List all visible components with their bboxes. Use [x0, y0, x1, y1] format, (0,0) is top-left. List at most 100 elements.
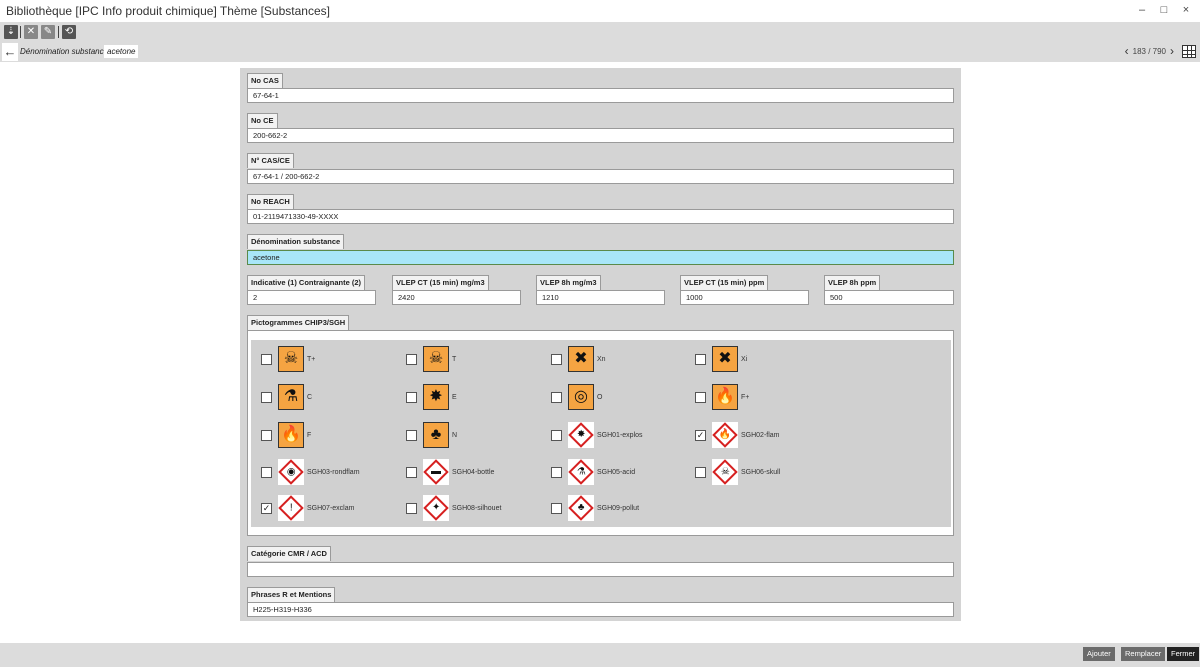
window-title: Bibliothèque [IPC Info produit chimique]…	[6, 4, 330, 18]
pictogram-item: ✸ SGH01-explos	[551, 422, 643, 448]
pictogram-label: C	[307, 393, 313, 401]
pictogram-checkbox[interactable]	[695, 391, 706, 403]
pictogram-checkbox[interactable]: ✓	[261, 502, 272, 514]
pictogram-label: T	[452, 355, 457, 363]
vlep-8h-ppm-field[interactable]	[824, 290, 954, 305]
cas-ce-field[interactable]	[247, 169, 954, 184]
pictogram-glyph: ⚗	[576, 466, 586, 477]
pictogram-checkbox[interactable]	[551, 391, 562, 403]
vlep-ct-mg-label: VLEP CT (15 min) mg/m3	[392, 275, 489, 290]
toolbar-separator	[20, 26, 21, 38]
pictogram-checkbox[interactable]	[406, 429, 417, 441]
pictogram-checkbox[interactable]	[695, 353, 706, 365]
pictogram-item: ✖ Xn	[551, 346, 606, 372]
pictogram-checkbox[interactable]	[406, 502, 417, 514]
pictogram-item: ✖ Xi	[695, 346, 747, 372]
pictogram-checkbox[interactable]	[551, 429, 562, 441]
delete-icon[interactable]: ✕	[24, 25, 38, 39]
explosive-icon: ✸	[423, 384, 449, 410]
ajouter-button[interactable]: Ajouter	[1083, 647, 1115, 661]
pictogram-checkbox[interactable]	[261, 391, 272, 403]
skull-icon: ☠	[278, 346, 304, 372]
vlep-8h-mg-field[interactable]	[536, 290, 665, 305]
vlep-ct-ppm-label: VLEP CT (15 min) ppm	[680, 275, 769, 290]
window-controls: – □ ×	[1136, 4, 1192, 16]
remplacer-button[interactable]: Remplacer	[1121, 647, 1166, 661]
back-arrow-icon[interactable]: ←	[2, 43, 18, 61]
pictogram-glyph: ▬	[431, 466, 441, 477]
pictogram-label: SGH06-skull	[741, 468, 781, 476]
no-ce-label: No CE	[247, 113, 278, 128]
flame-icon: 🔥	[278, 422, 304, 448]
toolbar-separator	[58, 26, 59, 38]
corrosive-icon: ⚗	[278, 384, 304, 410]
pictograms-label: Pictogrammes CHIP3/SGH	[247, 315, 350, 330]
corrosion-icon: ⚗	[568, 459, 594, 485]
title-bar: Bibliothèque [IPC Info produit chimique]…	[0, 0, 1200, 22]
vlep-ct-mg-field[interactable]	[392, 290, 521, 305]
pictogram-item: ▬ SGH04-bottle	[406, 459, 494, 485]
pictograms-grid: ☠ T+ ☠ T ✖ Xn ✖ Xi ⚗ C ✸ E ◎ O 🔥 F+ 🔥 F ♣ N ✸ SGH01-explos ✓ 🔥 S…	[251, 340, 951, 527]
fermer-button[interactable]: Fermer	[1167, 647, 1200, 661]
record-position: 183 / 790	[1132, 46, 1166, 56]
pictogram-glyph: ♣	[577, 502, 585, 513]
pictogram-label: F	[307, 431, 312, 439]
pin-icon[interactable]: ⇣	[4, 25, 18, 39]
exclamation-icon: !	[278, 495, 304, 521]
pictogram-label: SGH01-explos	[597, 431, 643, 439]
minimize-button[interactable]: –	[1136, 4, 1148, 16]
previous-record-button[interactable]: ‹	[1125, 45, 1129, 57]
pictogram-checkbox[interactable]	[551, 353, 562, 365]
phrases-field[interactable]	[247, 602, 954, 617]
pictogram-checkbox[interactable]	[551, 466, 562, 478]
pictogram-checkbox[interactable]	[261, 466, 272, 478]
exploding-bomb-icon: ✸	[568, 422, 594, 448]
pictogram-checkbox[interactable]	[406, 353, 417, 365]
pictogram-checkbox[interactable]	[695, 466, 706, 478]
pictogram-label: SGH08-silhouet	[452, 504, 502, 512]
no-cas-label: No CAS	[247, 73, 283, 88]
skull-icon: ☠	[423, 346, 449, 372]
environment-icon: ♣	[568, 495, 594, 521]
next-record-button[interactable]: ›	[1170, 45, 1174, 57]
indicative-field[interactable]	[247, 290, 376, 305]
pictogram-glyph: ◉	[286, 465, 296, 477]
pictogram-item: ♣ SGH09-pollut	[551, 495, 639, 521]
pictogram-item: ◉ SGH03-rondflam	[261, 459, 360, 485]
close-window-button[interactable]: ×	[1180, 4, 1192, 16]
no-ce-field[interactable]	[247, 128, 954, 143]
record-pager: ‹ 183 / 790 ›	[1125, 45, 1174, 57]
cas-ce-label: N° CAS/CE	[247, 153, 294, 168]
pictogram-glyph: ☠	[720, 466, 730, 477]
phrases-label: Phrases R et Mentions	[247, 587, 336, 602]
edit-icon[interactable]: ✎	[41, 25, 55, 39]
pictogram-label: SGH07-exclam	[307, 504, 355, 512]
cross-icon: ✖	[712, 346, 738, 372]
pictogram-checkbox[interactable]	[406, 391, 417, 403]
pictogram-label: Xi	[741, 355, 748, 363]
pictogram-item: ⚗ C	[261, 384, 312, 410]
refresh-icon[interactable]: ⟲	[62, 25, 76, 39]
pictogram-checkbox[interactable]	[406, 466, 417, 478]
no-cas-field[interactable]	[247, 88, 954, 103]
pictogram-checkbox[interactable]	[551, 502, 562, 514]
vlep-8h-mg-label: VLEP 8h mg/m3	[536, 275, 601, 290]
pictogram-label: SGH05-acid	[597, 468, 636, 476]
pictogram-item: ♣ N	[406, 422, 457, 448]
pictogram-checkbox[interactable]	[261, 429, 272, 441]
flame-icon: 🔥	[712, 384, 738, 410]
pictogram-glyph: ✸	[576, 428, 586, 440]
maximize-button[interactable]: □	[1158, 4, 1170, 16]
pictogram-checkbox[interactable]: ✓	[695, 429, 706, 441]
vlep-ct-ppm-field[interactable]	[680, 290, 809, 305]
denomination-field[interactable]	[247, 250, 954, 265]
table-grid-icon[interactable]	[1182, 45, 1196, 58]
pictogram-item: 🔥 F	[261, 422, 311, 448]
pictogram-label: N	[452, 431, 458, 439]
denomination-label: Dénomination substance	[247, 234, 345, 249]
cmr-category-label: Catégorie CMR / ACD	[247, 546, 331, 561]
cmr-category-field[interactable]	[247, 562, 954, 577]
pictogram-checkbox[interactable]	[261, 353, 272, 365]
pictogram-label: Xn	[597, 355, 606, 363]
no-reach-field[interactable]	[247, 209, 954, 224]
